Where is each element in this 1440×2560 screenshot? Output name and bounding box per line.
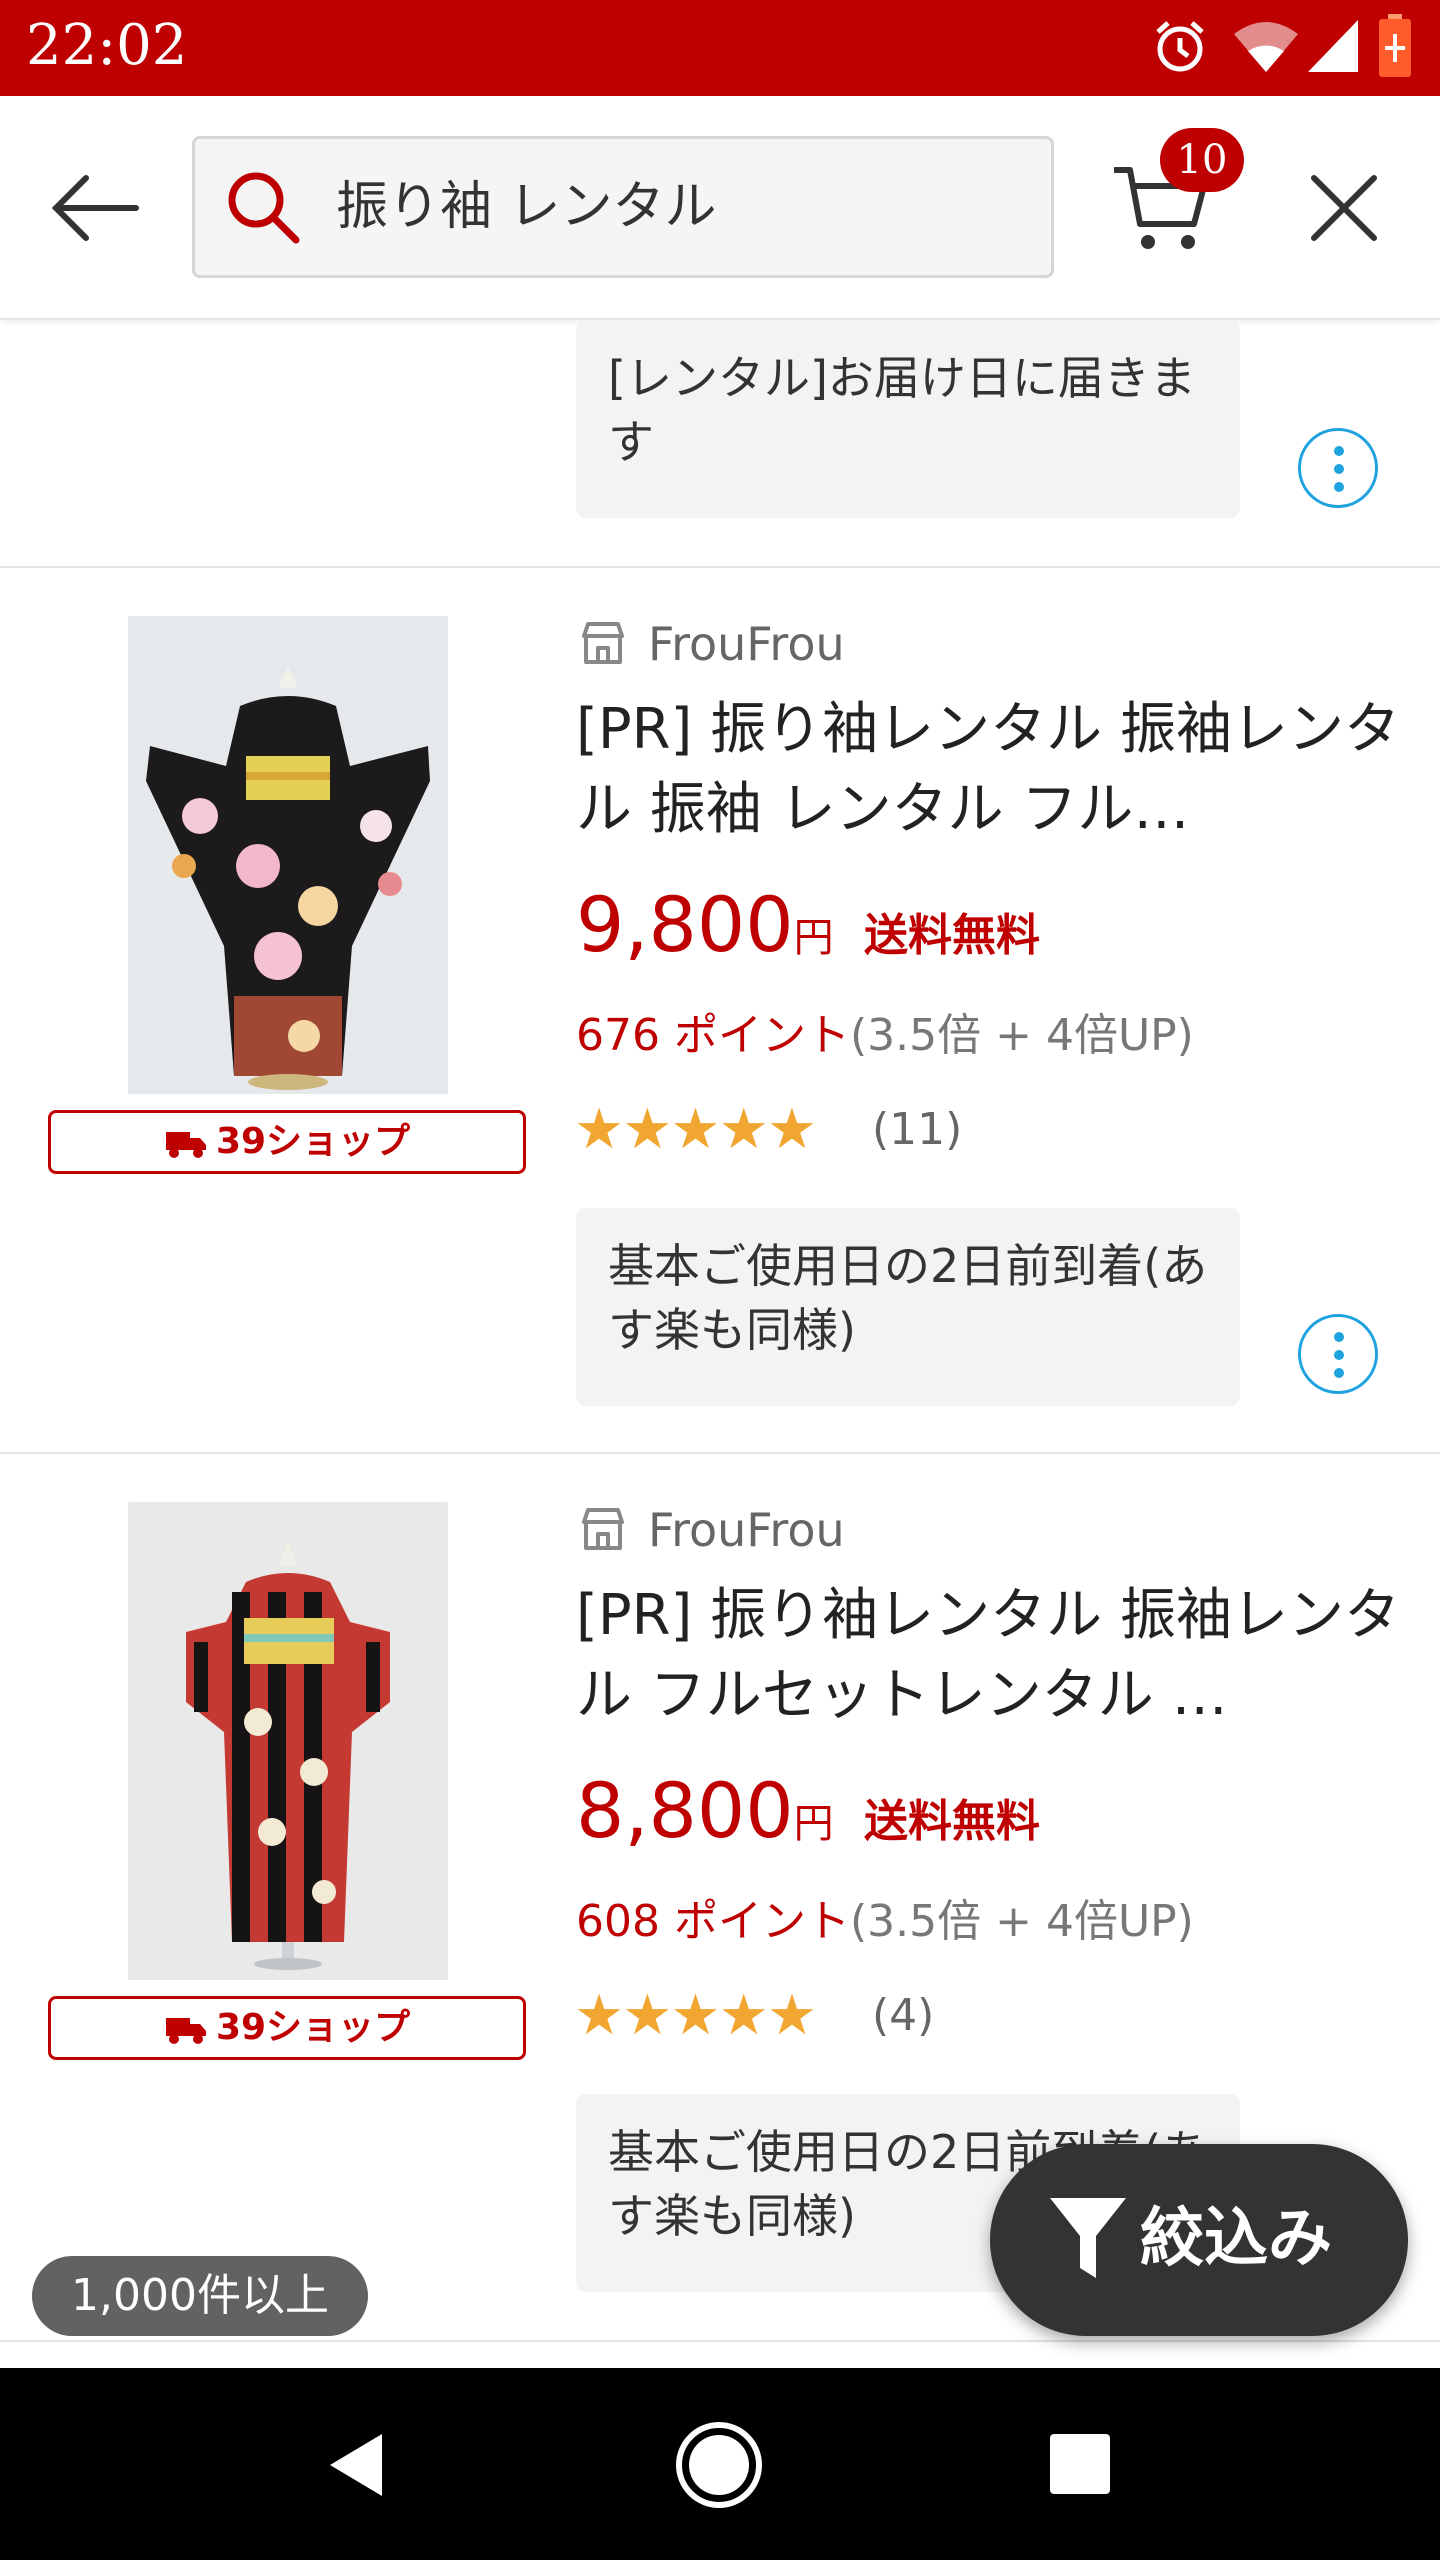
product-title[interactable]: [PR] 振り袖レンタル 振袖レンタル 振袖 レンタル フル… bbox=[576, 690, 1426, 850]
search-query-text: 振り袖 レンタル bbox=[336, 177, 717, 237]
filter-funnel-icon bbox=[1050, 2198, 1126, 2278]
product-price: 9,800 bbox=[576, 880, 794, 969]
review-count[interactable]: (4) bbox=[872, 1984, 934, 2048]
nav-back-icon[interactable] bbox=[326, 2430, 386, 2500]
rating-stars: ★★★★★ bbox=[574, 1983, 817, 2048]
back-arrow-icon[interactable] bbox=[50, 168, 142, 248]
divider bbox=[0, 2340, 1440, 2342]
filter-button[interactable]: 絞込み bbox=[990, 2144, 1408, 2336]
divider bbox=[0, 566, 1440, 568]
nav-home-icon[interactable] bbox=[674, 2420, 764, 2510]
more-options-button[interactable] bbox=[1298, 1314, 1378, 1394]
truck-icon bbox=[165, 1132, 206, 1158]
wifi-icon bbox=[1234, 22, 1298, 72]
search-icon bbox=[228, 172, 300, 244]
free-shipping-label: 送料無料 bbox=[864, 1796, 1040, 1847]
yen-unit: 円 bbox=[793, 1801, 834, 1847]
close-icon[interactable] bbox=[1308, 172, 1380, 244]
rating-stars: ★★★★★ bbox=[574, 1097, 817, 1162]
shop-name[interactable]: FrouFrou bbox=[648, 616, 845, 672]
battery-icon bbox=[1379, 14, 1411, 77]
cellular-signal-icon bbox=[1308, 20, 1358, 72]
product-title[interactable]: [PR] 振り袖レンタル 振袖レンタル フルセットレンタル … bbox=[576, 1576, 1426, 1736]
status-time: 22:02 bbox=[26, 13, 188, 78]
free-shipping-label: 送料無料 bbox=[864, 910, 1040, 961]
price-row: 9,800円 bbox=[576, 880, 834, 970]
shop-icon bbox=[582, 1508, 624, 1550]
status-bar bbox=[0, 0, 1440, 96]
more-options-button[interactable] bbox=[1298, 428, 1378, 508]
yen-unit: 円 bbox=[793, 915, 834, 961]
39-shop-label: 39ショップ bbox=[215, 2007, 411, 2048]
39-shop-badge: 39ショップ bbox=[48, 1996, 526, 2060]
product-image[interactable] bbox=[128, 616, 448, 1094]
shop-name[interactable]: FrouFrou bbox=[648, 1502, 845, 1558]
alarm-icon bbox=[1156, 21, 1204, 72]
product-price: 8,800 bbox=[576, 1766, 794, 1855]
truck-icon bbox=[165, 2018, 206, 2044]
price-row: 8,800円 bbox=[576, 1766, 834, 1856]
review-count[interactable]: (11) bbox=[872, 1098, 962, 1162]
nav-recents-icon[interactable] bbox=[1048, 2432, 1112, 2496]
product-image[interactable] bbox=[128, 1502, 448, 1980]
shop-icon bbox=[582, 622, 624, 664]
points-value: 608 ポイント bbox=[576, 1896, 850, 1947]
points-value: 676 ポイント bbox=[576, 1010, 850, 1061]
delivery-note: [レンタル]お届け日に届きます bbox=[576, 320, 1240, 518]
points-row: 676 ポイント(3.5倍 + 4倍UP) bbox=[576, 1006, 1194, 1066]
filter-button-label: 絞込み bbox=[1140, 2202, 1332, 2276]
divider bbox=[0, 1452, 1440, 1454]
points-row: 608 ポイント(3.5倍 + 4倍UP) bbox=[576, 1892, 1194, 1952]
cart-count-badge: 10 bbox=[1160, 128, 1244, 192]
points-bonus: (3.5倍 + 4倍UP) bbox=[849, 1896, 1194, 1947]
39-shop-badge: 39ショップ bbox=[48, 1110, 526, 1174]
points-bonus: (3.5倍 + 4倍UP) bbox=[849, 1010, 1194, 1061]
39-shop-label: 39ショップ bbox=[215, 1121, 411, 1162]
delivery-note: 基本ご使用日の2日前到着(あす楽も同様) bbox=[576, 1208, 1240, 1406]
result-count-pill: 1,000件以上 bbox=[32, 2256, 368, 2336]
